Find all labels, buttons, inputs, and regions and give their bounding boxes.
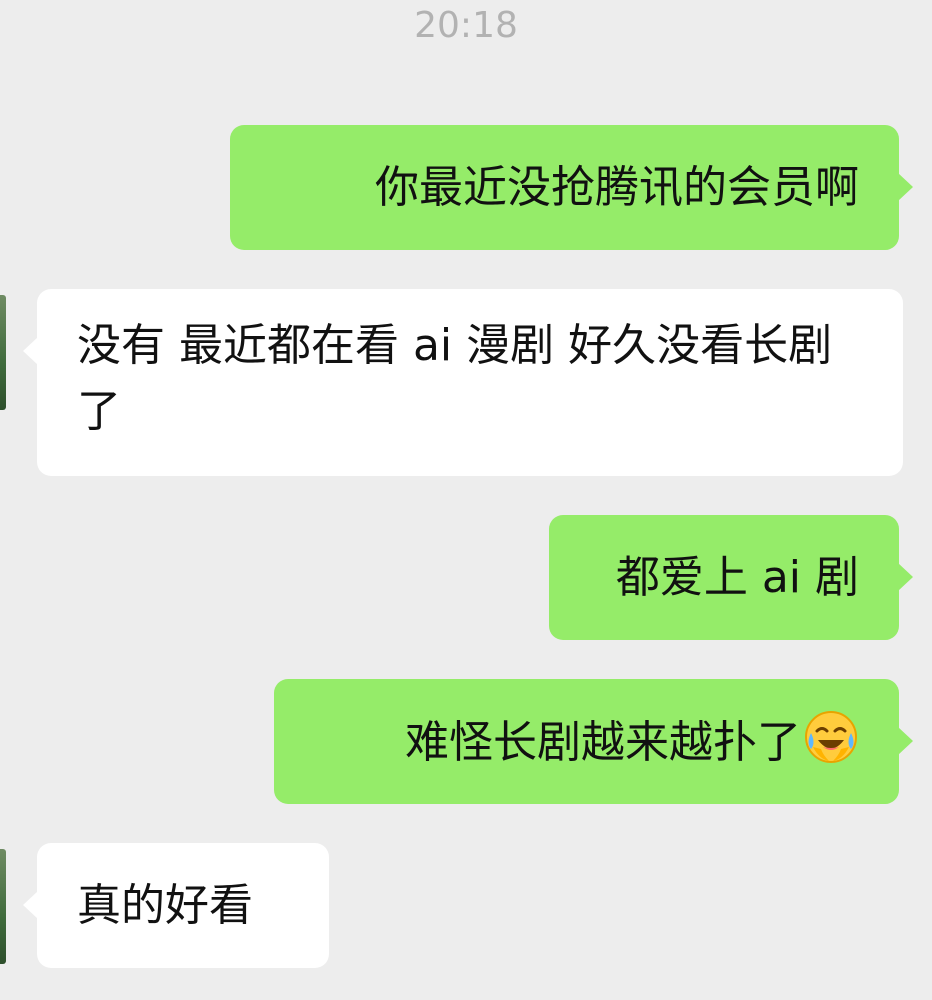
received-message-bubble[interactable]: 没有 最近都在看 ai 漫剧 好久没看长剧了 <box>23 289 903 476</box>
sent-message-bubble[interactable]: 难怪长剧越来越扑了 <box>274 679 913 804</box>
sent-message-bubble[interactable]: 你最近没抢腾讯的会员啊 <box>230 125 913 250</box>
face-with-tears-of-joy-icon <box>803 709 859 765</box>
received-message-bubble[interactable]: 真的好看 <box>23 843 329 968</box>
chat-view: 20:18 你最近没抢腾讯的会员啊 没有 最近都在看 ai 漫剧 好久没看长剧了… <box>0 0 932 1000</box>
contact-avatar[interactable] <box>0 295 6 410</box>
message-text: 都爱上 ai 剧 <box>615 552 859 603</box>
message-text: 没有 最近都在看 ai 漫剧 好久没看长剧了 <box>77 320 833 437</box>
message-text: 真的好看 <box>77 880 253 931</box>
sent-message-bubble[interactable]: 都爱上 ai 剧 <box>549 515 913 640</box>
message-text: 难怪长剧越来越扑了 <box>405 717 801 768</box>
message-timestamp: 20:18 <box>414 5 518 46</box>
message-text: 你最近没抢腾讯的会员啊 <box>375 162 859 213</box>
contact-avatar[interactable] <box>0 849 6 964</box>
